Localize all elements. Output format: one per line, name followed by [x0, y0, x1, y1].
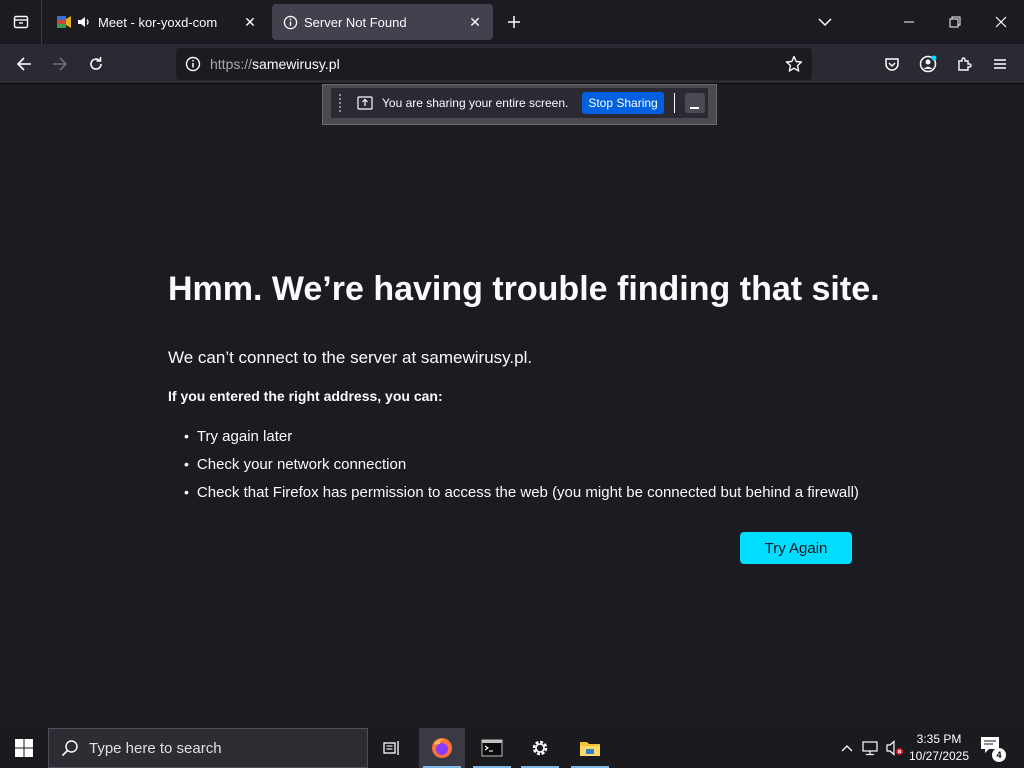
search-icon: [61, 739, 79, 757]
screen-share-icon: [357, 95, 373, 111]
meet-favicon-icon: [56, 14, 72, 30]
info-icon: [282, 14, 298, 30]
try-again-button[interactable]: Try Again: [740, 532, 852, 564]
forward-button[interactable]: [46, 50, 74, 78]
start-button[interactable]: [0, 728, 48, 768]
arrow-left-icon: [16, 57, 31, 71]
speaker-muted-icon: [886, 740, 903, 756]
taskbar-search-box[interactable]: Type here to search: [48, 728, 368, 768]
account-icon: [919, 55, 937, 73]
pocket-button[interactable]: [878, 50, 906, 78]
task-view-icon: [383, 741, 399, 755]
tab-meet[interactable]: Meet - kor-yoxd-com ✕: [46, 4, 268, 40]
tab-strip: Meet - kor-yoxd-com ✕ Server Not Found ✕: [0, 0, 1024, 44]
chevron-down-icon: [818, 18, 832, 27]
chevron-up-icon: [841, 745, 853, 752]
tab-title: Meet - kor-yoxd-com: [98, 14, 218, 30]
restore-icon: [949, 16, 961, 28]
network-icon: [862, 741, 878, 756]
gear-icon: [532, 740, 548, 756]
navigation-toolbar: https://samewirusy.pl: [0, 44, 1024, 84]
action-center-button[interactable]: 4: [980, 736, 1006, 762]
stop-sharing-button[interactable]: Stop Sharing: [582, 92, 664, 114]
firefox-view-icon: [13, 15, 28, 29]
speaker-icon[interactable]: [76, 14, 92, 30]
tab-server-not-found[interactable]: Server Not Found ✕: [272, 4, 493, 40]
screen-sharing-indicator: You are sharing your entire screen. Stop…: [322, 84, 717, 125]
site-info-icon[interactable]: [184, 55, 202, 73]
show-hidden-icons-button[interactable]: [836, 728, 858, 768]
minimize-icon: [690, 107, 700, 109]
terminal-icon: [481, 739, 503, 757]
drag-handle[interactable]: [339, 94, 343, 112]
arrow-right-icon: [53, 57, 68, 71]
url-scheme: https://: [210, 56, 253, 72]
taskbar: Type here to search 3:35 PM 10/27/2025 4: [0, 728, 1024, 768]
minimize-sharing-button[interactable]: [684, 93, 705, 113]
url-text[interactable]: https://samewirusy.pl: [210, 56, 340, 72]
clock-date: 10/27/2025: [908, 749, 970, 763]
search-placeholder: Type here to search: [89, 739, 222, 757]
list-item: Check that Firefox has permission to acc…: [184, 478, 859, 506]
notification-badge: 4: [992, 748, 1006, 762]
folder-icon: [580, 742, 600, 756]
network-status[interactable]: [860, 728, 882, 768]
list-item: Try again later: [184, 422, 859, 450]
url-bar[interactable]: https://samewirusy.pl: [176, 48, 812, 80]
system-clock[interactable]: 3:35 PM 10/27/2025: [906, 731, 972, 765]
error-description: We can’t connect to the server at samewi…: [168, 348, 533, 367]
reload-icon: [90, 57, 102, 70]
divider: [673, 93, 675, 113]
error-page: Hmm. We’re having trouble finding that s…: [0, 84, 1024, 728]
tab-title: Server Not Found: [304, 14, 407, 30]
minimize-window-button[interactable]: [886, 0, 932, 44]
account-button[interactable]: [914, 50, 942, 78]
new-tab-button[interactable]: [502, 10, 526, 34]
taskbar-firefox[interactable]: [419, 728, 465, 768]
url-host: samewirusy.pl: [252, 56, 340, 72]
firefox-view-button[interactable]: [0, 0, 42, 44]
minimize-icon: [904, 21, 914, 23]
plus-icon: [508, 16, 520, 28]
error-subtitle: If you entered the right address, you ca…: [168, 388, 443, 404]
back-button[interactable]: [10, 50, 38, 78]
pocket-icon: [885, 58, 899, 71]
error-title: Hmm. We’re having trouble finding that s…: [168, 270, 880, 308]
clock-time: 3:35 PM: [916, 732, 962, 746]
volume-status[interactable]: [884, 728, 906, 768]
close-window-button[interactable]: [978, 0, 1024, 44]
puzzle-icon: [958, 57, 972, 71]
windows-logo-icon: [15, 739, 33, 757]
extensions-button[interactable]: [950, 50, 978, 78]
taskbar-terminal[interactable]: [469, 728, 515, 768]
reload-button[interactable]: [82, 50, 110, 78]
list-all-tabs-button[interactable]: [812, 10, 838, 34]
taskbar-file-explorer[interactable]: [567, 728, 613, 768]
sharing-message: You are sharing your entire screen.: [382, 96, 569, 110]
hamburger-icon: [994, 59, 1006, 69]
taskbar-settings[interactable]: [517, 728, 563, 768]
firefox-icon: [432, 738, 452, 758]
close-icon: [995, 16, 1007, 28]
menu-button[interactable]: [986, 50, 1014, 78]
task-view-button[interactable]: [369, 728, 415, 768]
list-item: Check your network connection: [184, 450, 859, 478]
close-tab-icon[interactable]: ✕: [463, 10, 487, 34]
restore-window-button[interactable]: [932, 0, 978, 44]
close-tab-icon[interactable]: ✕: [238, 10, 262, 34]
sharing-bar: You are sharing your entire screen. Stop…: [331, 88, 708, 118]
bookmark-star-icon[interactable]: [784, 54, 804, 74]
suggestion-list: Try again later Check your network conne…: [184, 422, 859, 506]
